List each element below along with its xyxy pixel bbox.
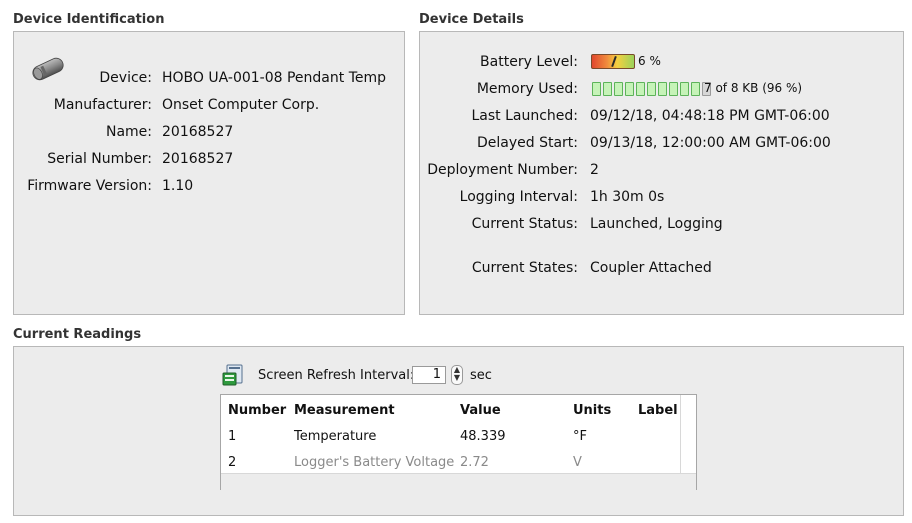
device-icon [32, 57, 64, 81]
screen-refresh-label: Screen Refresh Interval: [258, 368, 415, 383]
memory-cell [658, 82, 667, 96]
memory-cell [691, 82, 700, 96]
delayed-start-label: Delayed Start: [476, 135, 578, 151]
column-header-measurement[interactable]: Measurement [294, 403, 395, 418]
row-units: V [573, 455, 582, 470]
refresh-interval-stepper[interactable]: ▲ ▼ [451, 365, 463, 385]
battery-level-value: 6 % [638, 54, 661, 68]
battery-level-label: Battery Level: [480, 54, 578, 70]
column-header-number[interactable]: Number [228, 403, 286, 418]
refresh-unit-label: sec [470, 368, 492, 383]
serial-number-value: 20168527 [162, 151, 234, 167]
current-states-value: Coupler Attached [590, 260, 712, 276]
name-value: 20168527 [162, 124, 234, 140]
deployment-number-value: 2 [590, 162, 599, 178]
memory-cell [680, 82, 689, 96]
table-scroll-edge [680, 395, 681, 473]
stepper-down-icon[interactable]: ▼ [452, 374, 462, 382]
row-value: 48.339 [460, 429, 506, 444]
row-number: 1 [228, 429, 237, 444]
current-readings-panel: Screen Refresh Interval: 1 ▲ ▼ sec Numbe… [13, 346, 904, 516]
memory-cell [647, 82, 656, 96]
row-measurement: Logger's Battery Voltage [294, 455, 455, 470]
device-details-panel: Battery Level: 6 % Memory Used: 7 of 8 K… [419, 31, 904, 315]
firmware-version-label: Firmware Version: [27, 178, 152, 194]
name-label: Name: [105, 124, 152, 140]
column-header-label[interactable]: Label [638, 403, 678, 418]
memory-usage-bar [592, 82, 711, 96]
last-launched-label: Last Launched: [471, 108, 578, 124]
current-status-value: Launched, Logging [590, 216, 723, 232]
current-readings-title: Current Readings [13, 327, 142, 342]
deployment-number-label: Deployment Number: [427, 162, 578, 178]
memory-cell [669, 82, 678, 96]
device-identification-panel: Device: HOBO UA-001-08 Pendant Temp Manu… [13, 31, 405, 315]
column-header-value[interactable]: Value [460, 403, 501, 418]
serial-number-label: Serial Number: [47, 151, 152, 167]
memory-cell [592, 82, 601, 96]
current-states-label: Current States: [471, 260, 578, 276]
memory-cell [636, 82, 645, 96]
column-header-units[interactable]: Units [573, 403, 611, 418]
row-measurement: Temperature [294, 429, 377, 444]
memory-cell [603, 82, 612, 96]
memory-cell [614, 82, 623, 96]
table-footer-strip [221, 473, 696, 490]
device-value: HOBO UA-001-08 Pendant Temp [162, 70, 386, 86]
manufacturer-label: Manufacturer: [53, 97, 152, 113]
firmware-version-value: 1.10 [162, 178, 194, 194]
current-status-label: Current Status: [471, 216, 578, 232]
manufacturer-value: Onset Computer Corp. [162, 97, 320, 113]
memory-used-value: 7 of 8 KB (96 %) [704, 81, 803, 95]
readings-table: Number Measurement Value Units Label 1 T… [220, 394, 697, 490]
memory-cell [625, 82, 634, 96]
battery-gauge-needle [611, 55, 617, 68]
row-number: 2 [228, 455, 237, 470]
battery-gauge [591, 54, 635, 69]
logging-interval-value: 1h 30m 0s [590, 189, 665, 205]
device-label: Device: [99, 70, 152, 86]
logging-interval-label: Logging Interval: [459, 189, 578, 205]
row-units: °F [573, 429, 587, 444]
last-launched-value: 09/12/18, 04:48:18 PM GMT-06:00 [590, 108, 830, 124]
refresh-icon [222, 364, 243, 386]
memory-used-label: Memory Used: [476, 81, 578, 97]
delayed-start-value: 09/13/18, 12:00:00 AM GMT-06:00 [590, 135, 831, 151]
refresh-interval-input[interactable]: 1 [412, 366, 446, 384]
device-identification-title: Device Identification [13, 12, 165, 27]
device-details-title: Device Details [419, 12, 524, 27]
row-value: 2.72 [460, 455, 489, 470]
